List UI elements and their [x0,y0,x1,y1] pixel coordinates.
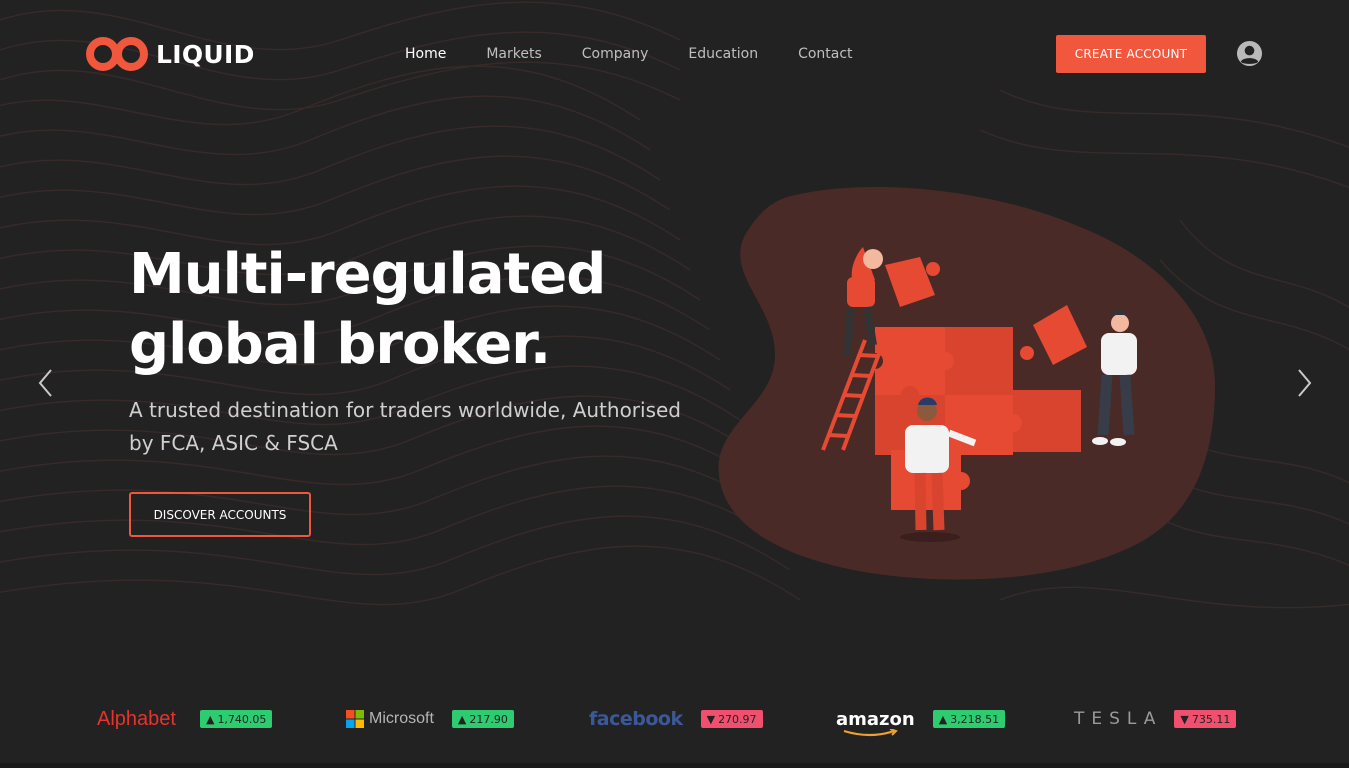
alphabet-logo: Alphabet [97,707,176,730]
nav-item-company[interactable]: Company [582,46,649,62]
nav-item-markets[interactable]: Markets [486,46,541,62]
discover-accounts-button[interactable]: DISCOVER ACCOUNTS [129,492,311,537]
tesla-logo: TESLA [1074,709,1163,729]
microsoft-windows-icon [346,710,364,728]
ticker-item-tesla[interactable]: TESLA ▼ 735.11 [1074,690,1237,748]
user-circle-icon[interactable] [1236,40,1263,67]
facebook-logo: facebook [589,708,683,730]
chevron-right-icon[interactable] [1292,366,1316,400]
page-bottom-edge [0,763,1349,768]
ticker-item-amazon[interactable]: amazon ▲ 3,218.51 [836,690,1006,748]
triangle-up-icon: ▲ [938,712,948,726]
ticker-item-microsoft[interactable]: Microsoft ▲ 217.90 [346,690,514,748]
price-value: 1,740.05 [217,712,267,726]
puzzle-team-illustration [718,186,1215,580]
amazon-smile-icon [843,728,898,736]
amazon-logo: amazon [836,708,915,736]
nav-item-home[interactable]: Home [405,46,446,62]
price-badge: ▲ 217.90 [451,710,514,728]
triangle-up-icon: ▲ [205,712,215,726]
stock-ticker: Alphabet ▲ 1,740.05 Microsoft ▲ 217.90 f… [0,690,1349,748]
price-badge: ▲ 3,218.51 [932,710,1006,728]
microsoft-name: Microsoft [369,710,434,727]
amazon-name: amazon [836,708,915,730]
infinity-logo-icon [86,37,148,71]
brand-logo[interactable]: LIQUID [86,36,255,72]
hero-subtitle: A trusted destination for traders worldw… [129,398,682,455]
hero-title-line2: global broker. [129,312,551,377]
triangle-down-icon: ▼ [706,712,716,726]
ticker-item-alphabet[interactable]: Alphabet ▲ 1,740.05 [97,690,273,748]
brand-name: LIQUID [156,39,255,69]
price-badge: ▼ 270.97 [700,710,763,728]
price-value: 735.11 [1191,712,1231,726]
create-account-button[interactable]: CREATE ACCOUNT [1056,35,1206,73]
triangle-up-icon: ▲ [457,712,467,726]
chevron-left-icon[interactable] [34,366,58,400]
ticker-item-facebook[interactable]: facebook ▼ 270.97 [589,690,763,748]
landing-page: LIQUID Home Markets Company Education Co… [0,0,1349,768]
nav-item-contact[interactable]: Contact [798,46,852,62]
triangle-down-icon: ▼ [1180,712,1189,726]
price-value: 3,218.51 [950,712,1000,726]
nav-item-education[interactable]: Education [688,46,758,62]
microsoft-logo: Microsoft [346,710,434,728]
price-value: 270.97 [718,712,757,726]
price-badge: ▼ 735.11 [1174,710,1237,728]
hero-title: Multi-regulated global broker. [129,240,606,380]
price-badge: ▲ 1,740.05 [199,710,273,728]
main-nav: Home Markets Company Education Contact [405,46,893,62]
hero-title-line1: Multi-regulated [129,242,606,307]
price-value: 217.90 [469,712,508,726]
